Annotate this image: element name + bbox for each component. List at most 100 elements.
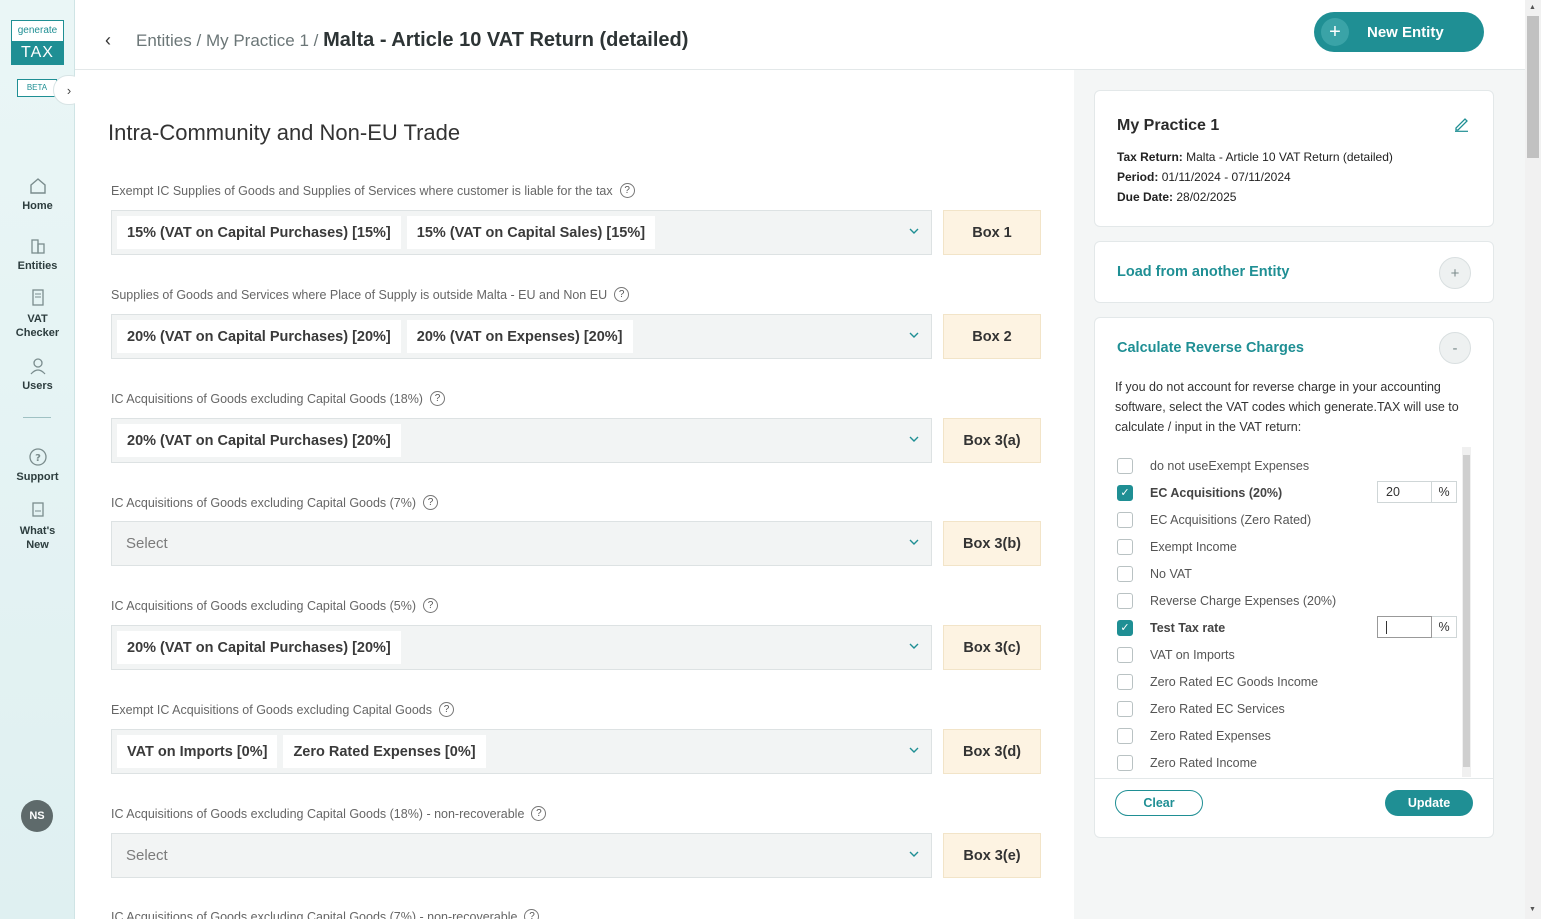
checkbox[interactable] <box>1117 646 1133 663</box>
chevron-down-icon[interactable] <box>909 849 919 859</box>
checkbox[interactable] <box>1117 754 1133 771</box>
checkbox[interactable] <box>1117 727 1133 744</box>
list-item[interactable]: ✓ EC Acquisitions (20%) 20 % <box>1115 479 1463 506</box>
scroll-up-arrow-icon[interactable]: ▲ <box>1529 4 1536 11</box>
load-entity-title[interactable]: Load from another Entity <box>1117 264 1289 280</box>
chevron-down-icon[interactable] <box>909 745 919 755</box>
rate-input[interactable] <box>1377 616 1432 638</box>
chevron-down-icon[interactable] <box>909 434 919 444</box>
sidebar-item-label: VAT Checker <box>15 313 60 339</box>
vat-code-select[interactable]: 15% (VAT on Capital Purchases) [15%] 15%… <box>111 210 932 255</box>
list-item[interactable]: VAT on Imports <box>1115 641 1463 668</box>
box-button[interactable]: Box 3(b) <box>943 521 1041 566</box>
selected-chip[interactable]: 20% (VAT on Capital Purchases) [20%] <box>116 319 402 354</box>
box-button[interactable]: Box 3(e) <box>943 833 1041 878</box>
box-button[interactable]: Box 2 <box>943 314 1041 359</box>
help-icon[interactable]: ? <box>524 909 540 919</box>
box-button[interactable]: Box 3(c) <box>943 625 1041 670</box>
chevron-down-icon[interactable] <box>909 330 919 340</box>
expand-plus-icon[interactable]: + <box>1439 257 1471 289</box>
collapse-minus-icon[interactable]: - <box>1439 332 1471 364</box>
scroll-down-arrow-icon[interactable]: ▼ <box>1529 906 1536 913</box>
box-button[interactable]: Box 3(a) <box>943 418 1041 463</box>
vat-code-label: Exempt Income <box>1150 539 1237 554</box>
checkbox[interactable] <box>1117 673 1133 690</box>
checkbox[interactable] <box>1117 565 1133 582</box>
selected-chip[interactable]: VAT on Imports [0%] <box>116 734 279 769</box>
checkbox-checked[interactable]: ✓ <box>1117 619 1133 636</box>
chevron-down-icon[interactable] <box>909 641 919 651</box>
list-item[interactable]: do not useExempt Expenses <box>1115 452 1463 479</box>
select-placeholder: Select <box>126 847 168 864</box>
selected-chip[interactable]: Zero Rated Expenses [0%] <box>282 734 487 769</box>
vat-code-select[interactable]: 20% (VAT on Capital Purchases) [20%] <box>111 418 932 463</box>
vat-code-select[interactable]: Select <box>111 521 932 566</box>
list-item[interactable]: Zero Rated Expenses <box>1115 722 1463 749</box>
list-scrollbar[interactable] <box>1462 447 1471 777</box>
vat-code-select[interactable]: 20% (VAT on Capital Purchases) [20%] <box>111 625 932 670</box>
sidebar-item-whats-new[interactable]: What's New <box>0 500 75 552</box>
help-icon[interactable]: ? <box>429 391 445 406</box>
help-icon[interactable]: ? <box>614 287 630 302</box>
vat-code-select[interactable]: VAT on Imports [0%] Zero Rated Expenses … <box>111 729 932 774</box>
vat-code-label: Test Tax rate <box>1150 620 1226 635</box>
rate-input[interactable]: 20 <box>1377 481 1432 503</box>
checkbox-checked[interactable]: ✓ <box>1117 484 1133 501</box>
list-item[interactable]: Zero Rated EC Goods Income <box>1115 668 1463 695</box>
page-scrollbar[interactable]: ▲ ▼ <box>1525 0 1541 919</box>
list-item[interactable]: ✓ Test Tax rate % <box>1115 614 1463 641</box>
sidebar-item-entities[interactable]: Entities <box>0 236 75 272</box>
help-icon[interactable]: ? <box>423 495 439 510</box>
selected-chip[interactable]: 20% (VAT on Capital Purchases) [20%] <box>116 630 402 665</box>
vat-code-label: EC Acquisitions (20%) <box>1150 485 1283 500</box>
avatar[interactable]: NS <box>21 800 53 832</box>
list-item[interactable]: Exempt Income <box>1115 533 1463 560</box>
selected-chip[interactable]: 20% (VAT on Capital Purchases) [20%] <box>116 423 402 458</box>
back-arrow-icon[interactable]: ‹ <box>105 30 111 51</box>
page-scrollbar-thumb[interactable] <box>1527 16 1539 158</box>
building-icon <box>30 239 45 254</box>
list-item[interactable]: Reverse Charge Expenses (20%) <box>1115 587 1463 614</box>
update-button[interactable]: Update <box>1385 790 1473 816</box>
help-icon[interactable]: ? <box>423 598 439 613</box>
logo[interactable]: generate TAX <box>11 20 64 65</box>
help-icon[interactable]: ? <box>531 806 547 821</box>
selected-chip[interactable]: 20% (VAT on Expenses) [20%] <box>405 319 634 354</box>
vat-code-select[interactable]: 20% (VAT on Capital Purchases) [20%] 20%… <box>111 314 932 359</box>
selected-chip[interactable]: 15% (VAT on Capital Sales) [15%] <box>405 215 657 250</box>
new-entity-button[interactable]: + New Entity <box>1314 12 1484 52</box>
box-button[interactable]: Box 1 <box>943 210 1041 255</box>
practice-info: Tax Return: Malta - Article 10 VAT Retur… <box>1117 147 1393 207</box>
load-entity-card[interactable]: Load from another Entity + <box>1094 241 1494 303</box>
breadcrumb-entities[interactable]: Entities <box>136 31 192 50</box>
checkbox[interactable] <box>1117 700 1133 717</box>
clear-button[interactable]: Clear <box>1115 790 1203 816</box>
reverse-charges-title[interactable]: Calculate Reverse Charges <box>1117 340 1304 356</box>
checkbox[interactable] <box>1117 592 1133 609</box>
vat-code-select[interactable]: Select <box>111 833 932 878</box>
sidebar-item-vat-checker[interactable]: VAT Checker <box>0 288 75 340</box>
breadcrumb-practice[interactable]: My Practice 1 <box>206 31 309 50</box>
pencil-icon[interactable] <box>1453 115 1470 132</box>
checkbox[interactable] <box>1117 457 1133 474</box>
checkbox[interactable] <box>1117 538 1133 555</box>
list-item[interactable]: Zero Rated Income <box>1115 749 1463 776</box>
list-item[interactable]: EC Acquisitions (Zero Rated) <box>1115 506 1463 533</box>
list-item[interactable]: Zero Rated EC Services <box>1115 695 1463 722</box>
sidebar-item-home[interactable]: Home <box>0 176 75 212</box>
list-scrollbar-thumb[interactable] <box>1463 455 1470 767</box>
checkbox[interactable] <box>1117 511 1133 528</box>
chevron-down-icon[interactable] <box>909 537 919 547</box>
sidebar-item-support[interactable]: ? Support <box>0 447 75 483</box>
help-icon[interactable]: ? <box>619 183 635 198</box>
list-item[interactable]: No VAT <box>1115 560 1463 587</box>
sidebar-item-users[interactable]: Users <box>0 356 75 392</box>
box-button[interactable]: Box 3(d) <box>943 729 1041 774</box>
chevron-down-icon[interactable] <box>909 226 919 236</box>
rate-input-group: % <box>1377 616 1457 638</box>
selected-chip[interactable]: 15% (VAT on Capital Purchases) [15%] <box>116 215 402 250</box>
tax-return-row: Tax Return: Malta - Article 10 VAT Retur… <box>1117 147 1393 167</box>
beta-badge: BETA <box>17 79 57 97</box>
help-icon[interactable]: ? <box>439 702 455 717</box>
select-placeholder: Select <box>126 535 168 552</box>
